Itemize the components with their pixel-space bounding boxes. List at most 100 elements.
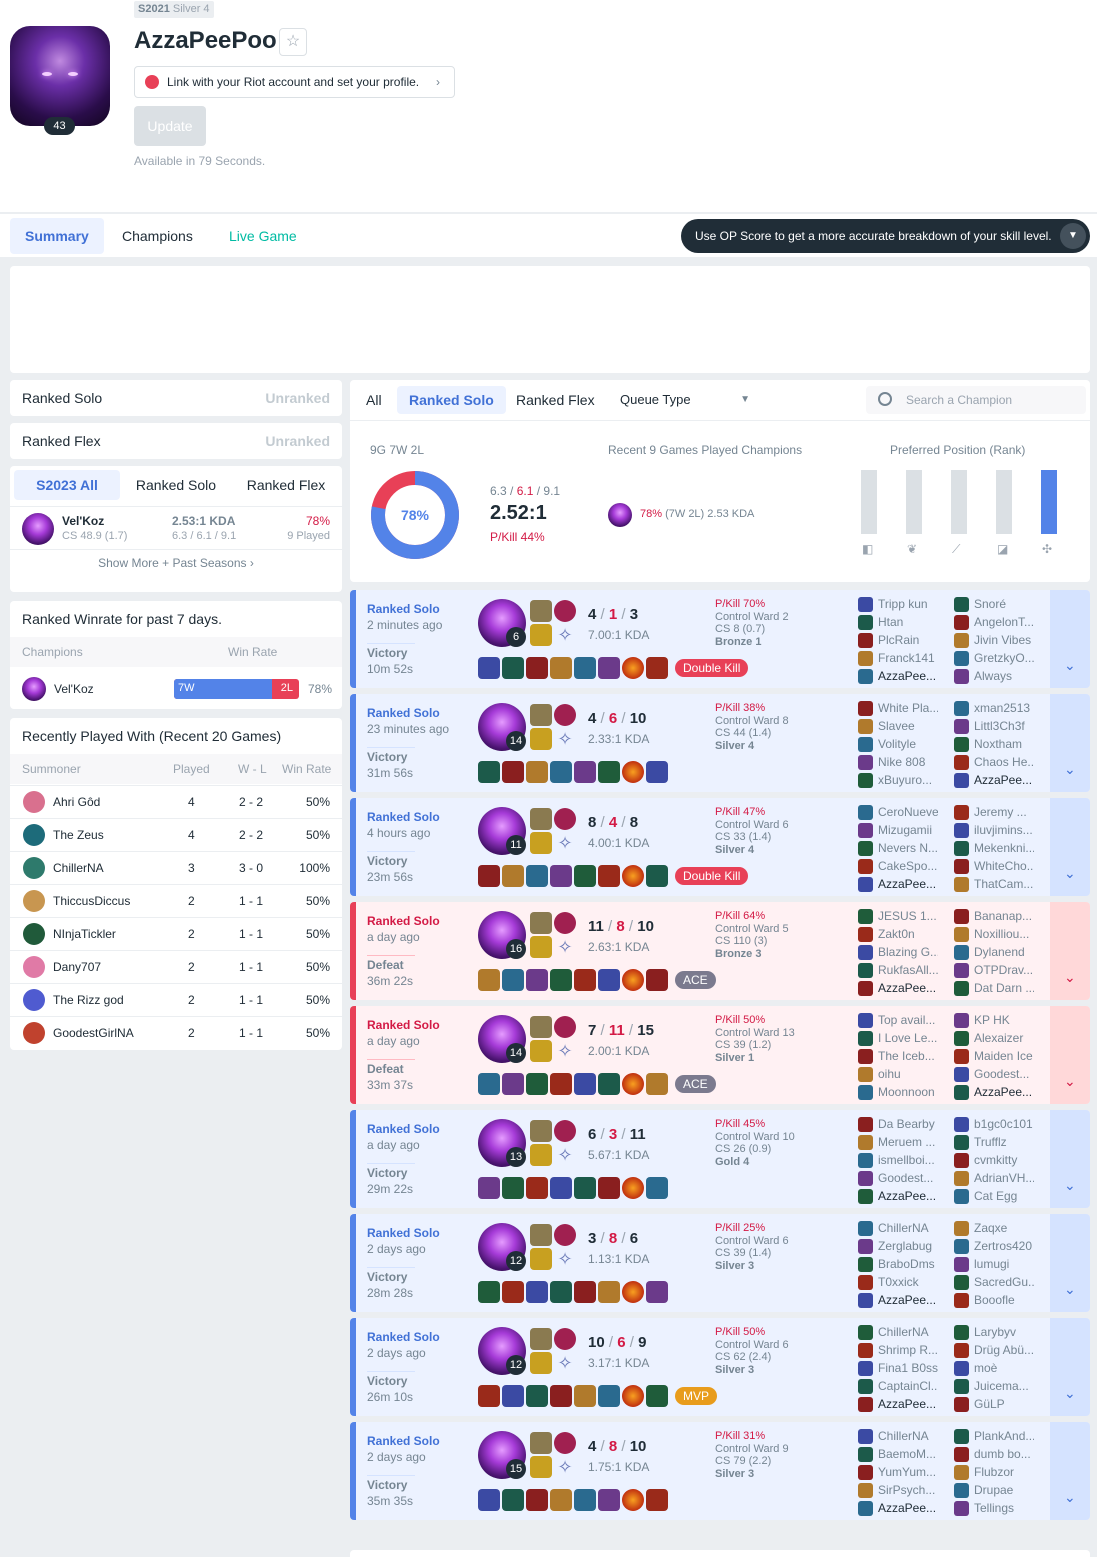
secondary-rune-icon[interactable]: ✧: [554, 1352, 576, 1374]
summoner-spell-ignite-icon[interactable]: [530, 1144, 552, 1166]
summoner-spell-ignite-icon[interactable]: [530, 1352, 552, 1374]
player-name[interactable]: ThiccusDiccus: [53, 885, 130, 917]
item-icon[interactable]: [526, 1073, 548, 1095]
item-icon[interactable]: [526, 865, 548, 887]
team1-player[interactable]: Goodest...: [858, 1169, 938, 1187]
item-icon[interactable]: [646, 1177, 668, 1199]
trinket-icon[interactable]: [622, 865, 644, 887]
item-icon[interactable]: [550, 761, 572, 783]
champion-stat-row[interactable]: Vel'Koz CS 48.9 (1.7) 2.53:1 KDA 6.3 / 6…: [10, 506, 342, 550]
match-card[interactable]: Ranked Solo 23 minutes ago Victory 31m 56s 1…: [350, 694, 1090, 792]
favorite-star-icon[interactable]: ☆: [279, 28, 307, 56]
secondary-rune-icon[interactable]: ✧: [554, 728, 576, 750]
keystone-rune-icon[interactable]: [554, 704, 576, 726]
team2-player[interactable]: PlankAnd...: [954, 1427, 1034, 1445]
item-icon[interactable]: [550, 1281, 572, 1303]
team1-player[interactable]: YumYum...: [858, 1463, 938, 1481]
item-icon[interactable]: [646, 1385, 668, 1407]
item-icon[interactable]: [646, 865, 668, 887]
item-icon[interactable]: [526, 1281, 548, 1303]
recent-player-row[interactable]: NInjaTickler 2 1 - 1 50%: [10, 917, 342, 950]
item-icon[interactable]: [478, 657, 500, 679]
team1-player[interactable]: Franck141: [858, 649, 938, 667]
queue-type-select[interactable]: Queue Type ▼: [608, 386, 750, 414]
item-icon[interactable]: [550, 969, 572, 991]
summoner-spell-flash-icon[interactable]: [530, 600, 552, 622]
team1-player[interactable]: Mizugamii: [858, 821, 938, 839]
team2-player[interactable]: moè: [954, 1359, 1034, 1377]
team2-player[interactable]: Zertros420: [954, 1237, 1034, 1255]
keystone-rune-icon[interactable]: [554, 1328, 576, 1350]
item-icon[interactable]: [526, 1489, 548, 1511]
match-card[interactable]: Ranked Solo 2 days ago Victory 35m 35s 15 ✧ 4 …: [350, 1422, 1090, 1520]
team2-player[interactable]: b1gc0c101: [954, 1115, 1034, 1133]
expand-match-button[interactable]: ⌄: [1050, 1422, 1090, 1520]
team2-player[interactable]: WhiteCho...: [954, 857, 1034, 875]
item-icon[interactable]: [646, 1281, 668, 1303]
team2-player[interactable]: AngelonT...: [954, 613, 1034, 631]
item-icon[interactable]: [574, 1177, 596, 1199]
item-icon[interactable]: [598, 657, 620, 679]
champion-search-input[interactable]: Search a Champion: [866, 386, 1086, 414]
team2-player[interactable]: KP HK: [954, 1011, 1034, 1029]
keystone-rune-icon[interactable]: [554, 600, 576, 622]
keystone-rune-icon[interactable]: [554, 1120, 576, 1142]
team1-player[interactable]: BraboDms: [858, 1255, 938, 1273]
item-icon[interactable]: [478, 1489, 500, 1511]
team1-player[interactable]: AzzaPee...: [858, 1499, 938, 1517]
team1-player[interactable]: xBuyuro...: [858, 771, 938, 789]
item-icon[interactable]: [502, 1489, 524, 1511]
keystone-rune-icon[interactable]: [554, 808, 576, 830]
team2-player[interactable]: iluvjimins...: [954, 821, 1034, 839]
item-icon[interactable]: [598, 761, 620, 783]
team1-player[interactable]: CeroNueve: [858, 803, 938, 821]
recent-player-row[interactable]: ThiccusDiccus 2 1 - 1 50%: [10, 884, 342, 917]
item-icon[interactable]: [478, 1177, 500, 1199]
player-name[interactable]: The Rizz god: [53, 984, 124, 1016]
team1-player[interactable]: AzzaPee...: [858, 1187, 938, 1205]
team2-player[interactable]: xman2513: [954, 699, 1034, 717]
trinket-icon[interactable]: [622, 1177, 644, 1199]
filter-ranked-solo[interactable]: Ranked Solo: [397, 386, 506, 414]
team2-player[interactable]: Mekenkni...: [954, 839, 1034, 857]
team2-player[interactable]: Jivin Vibes: [954, 631, 1034, 649]
trinket-icon[interactable]: [622, 1073, 644, 1095]
item-icon[interactable]: [574, 1073, 596, 1095]
team2-player[interactable]: Larybyv: [954, 1323, 1034, 1341]
summoner-spell-flash-icon[interactable]: [530, 1120, 552, 1142]
team1-player[interactable]: AzzaPee...: [858, 1291, 938, 1309]
item-icon[interactable]: [574, 969, 596, 991]
team1-player[interactable]: BaemoM...: [858, 1445, 938, 1463]
riot-link-button[interactable]: Link with your Riot account and set your…: [134, 66, 455, 98]
item-icon[interactable]: [646, 657, 668, 679]
team2-player[interactable]: SacredGu...: [954, 1273, 1034, 1291]
team2-player[interactable]: ThatCam...: [954, 875, 1034, 893]
team1-player[interactable]: JESUS 1...: [858, 907, 938, 925]
team2-player[interactable]: Goodest...: [954, 1065, 1034, 1083]
item-icon[interactable]: [550, 865, 572, 887]
item-icon[interactable]: [598, 865, 620, 887]
team2-player[interactable]: Trufflz: [954, 1133, 1034, 1151]
item-icon[interactable]: [502, 657, 524, 679]
team2-player[interactable]: Bananap...: [954, 907, 1034, 925]
item-icon[interactable]: [502, 865, 524, 887]
secondary-rune-icon[interactable]: ✧: [554, 832, 576, 854]
match-card[interactable]: Ranked Solo a day ago Defeat 36m 22s 16 ✧ 11 /…: [350, 902, 1090, 1000]
summoner-spell-flash-icon[interactable]: [530, 1328, 552, 1350]
item-icon[interactable]: [526, 761, 548, 783]
expand-match-button[interactable]: ⌄: [1050, 1110, 1090, 1208]
item-icon[interactable]: [526, 1385, 548, 1407]
team2-player[interactable]: Drupae: [954, 1481, 1034, 1499]
summoner-spell-ignite-icon[interactable]: [530, 1248, 552, 1270]
team2-player[interactable]: GüLP: [954, 1395, 1034, 1413]
team1-player[interactable]: ChillerNA: [858, 1219, 938, 1237]
op-score-banner[interactable]: Use OP Score to get a more accurate brea…: [681, 219, 1090, 253]
team1-player[interactable]: The Iceb...: [858, 1047, 938, 1065]
item-icon[interactable]: [574, 1281, 596, 1303]
team1-player[interactable]: AzzaPee...: [858, 979, 938, 997]
summoner-spell-ignite-icon[interactable]: [530, 728, 552, 750]
team2-player[interactable]: AdrianVH...: [954, 1169, 1034, 1187]
expand-match-button[interactable]: ⌄: [1050, 902, 1090, 1000]
team1-player[interactable]: AzzaPee...: [858, 875, 938, 893]
item-icon[interactable]: [478, 865, 500, 887]
